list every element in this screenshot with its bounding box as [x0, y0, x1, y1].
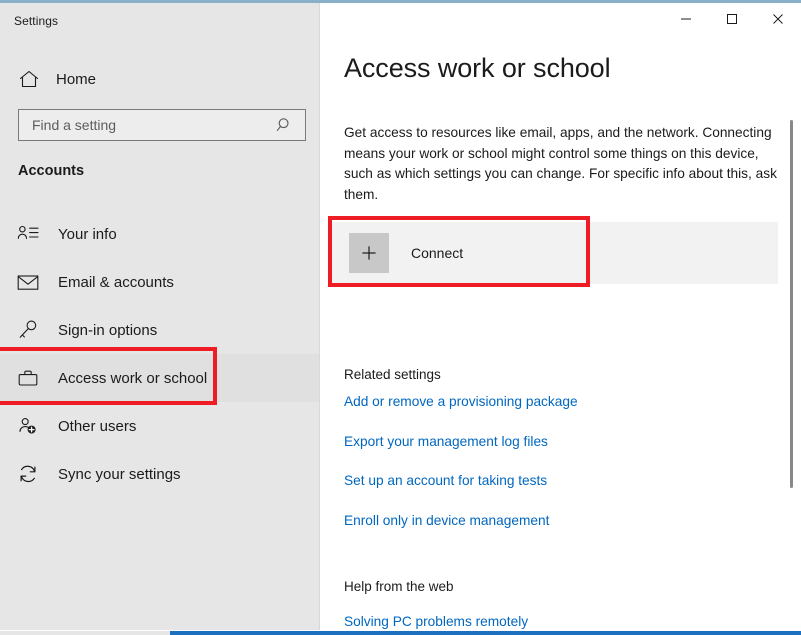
link-set-up-account-for-taking-tests[interactable]: Set up an account for taking tests	[344, 473, 547, 488]
sidebar-item-your-info-label: Your info	[58, 226, 117, 243]
scrollbar-thumb[interactable]	[790, 120, 793, 488]
link-export-management-log-files[interactable]: Export your management log files	[344, 434, 548, 449]
maximize-button[interactable]	[709, 3, 755, 35]
link-solving-pc-problems-remotely[interactable]: Solving PC problems remotely	[344, 614, 528, 629]
sidebar-item-access-work-or-school-label: Access work or school	[58, 370, 207, 387]
sidebar-section-title: Accounts	[18, 163, 84, 179]
sidebar-item-sign-in-options[interactable]: Sign-in options	[0, 306, 320, 354]
sidebar-item-home-label: Home	[56, 71, 96, 88]
sidebar-item-other-users-label: Other users	[58, 418, 136, 435]
close-icon	[772, 13, 784, 25]
taskbar-left-gap	[0, 631, 170, 635]
plus-icon	[349, 233, 389, 273]
sidebar-item-sign-in-options-label: Sign-in options	[58, 322, 157, 339]
sidebar-item-sync-your-settings[interactable]: Sync your settings	[0, 450, 320, 498]
person-add-icon	[16, 414, 40, 438]
link-enroll-only-in-device-management[interactable]: Enroll only in device management	[344, 513, 549, 528]
sidebar-item-home[interactable]: Home	[14, 65, 306, 93]
page-title: Access work or school	[344, 53, 611, 84]
window-controls	[663, 3, 801, 35]
minimize-icon	[680, 13, 692, 25]
app-title: Settings	[14, 14, 58, 28]
settings-window: Settings Home Accounts	[0, 0, 801, 635]
sidebar-item-access-work-or-school[interactable]: Access work or school	[0, 354, 320, 402]
related-settings-heading: Related settings	[344, 367, 441, 382]
connect-button[interactable]: Connect	[328, 222, 778, 284]
sidebar-item-other-users[interactable]: Other users	[0, 402, 320, 450]
connect-button-label: Connect	[411, 245, 463, 261]
sidebar-item-email-and-accounts[interactable]: Email & accounts	[0, 258, 320, 306]
home-icon	[18, 69, 40, 89]
maximize-icon	[726, 13, 738, 25]
key-icon	[16, 318, 40, 342]
sidebar: Settings Home Accounts	[0, 3, 320, 630]
sync-icon	[16, 462, 40, 486]
sidebar-item-your-info[interactable]: Your info	[0, 210, 320, 258]
sidebar-item-sync-your-settings-label: Sync your settings	[58, 466, 181, 483]
search-icon[interactable]	[276, 116, 294, 134]
minimize-button[interactable]	[663, 3, 709, 35]
sidebar-nav: Your info Email & accounts	[0, 210, 320, 498]
sidebar-item-email-and-accounts-label: Email & accounts	[58, 274, 174, 291]
search-box[interactable]	[18, 109, 306, 141]
person-list-icon	[16, 222, 40, 246]
help-from-web-heading: Help from the web	[344, 579, 454, 594]
link-add-or-remove-provisioning-package[interactable]: Add or remove a provisioning package	[344, 394, 578, 409]
briefcase-icon	[16, 366, 40, 390]
main-content: Access work or school Get access to reso…	[320, 3, 801, 635]
search-input[interactable]	[19, 117, 276, 133]
content-scrollbar[interactable]	[787, 3, 796, 635]
page-description: Get access to resources like email, apps…	[344, 123, 780, 205]
envelope-icon	[16, 270, 40, 294]
